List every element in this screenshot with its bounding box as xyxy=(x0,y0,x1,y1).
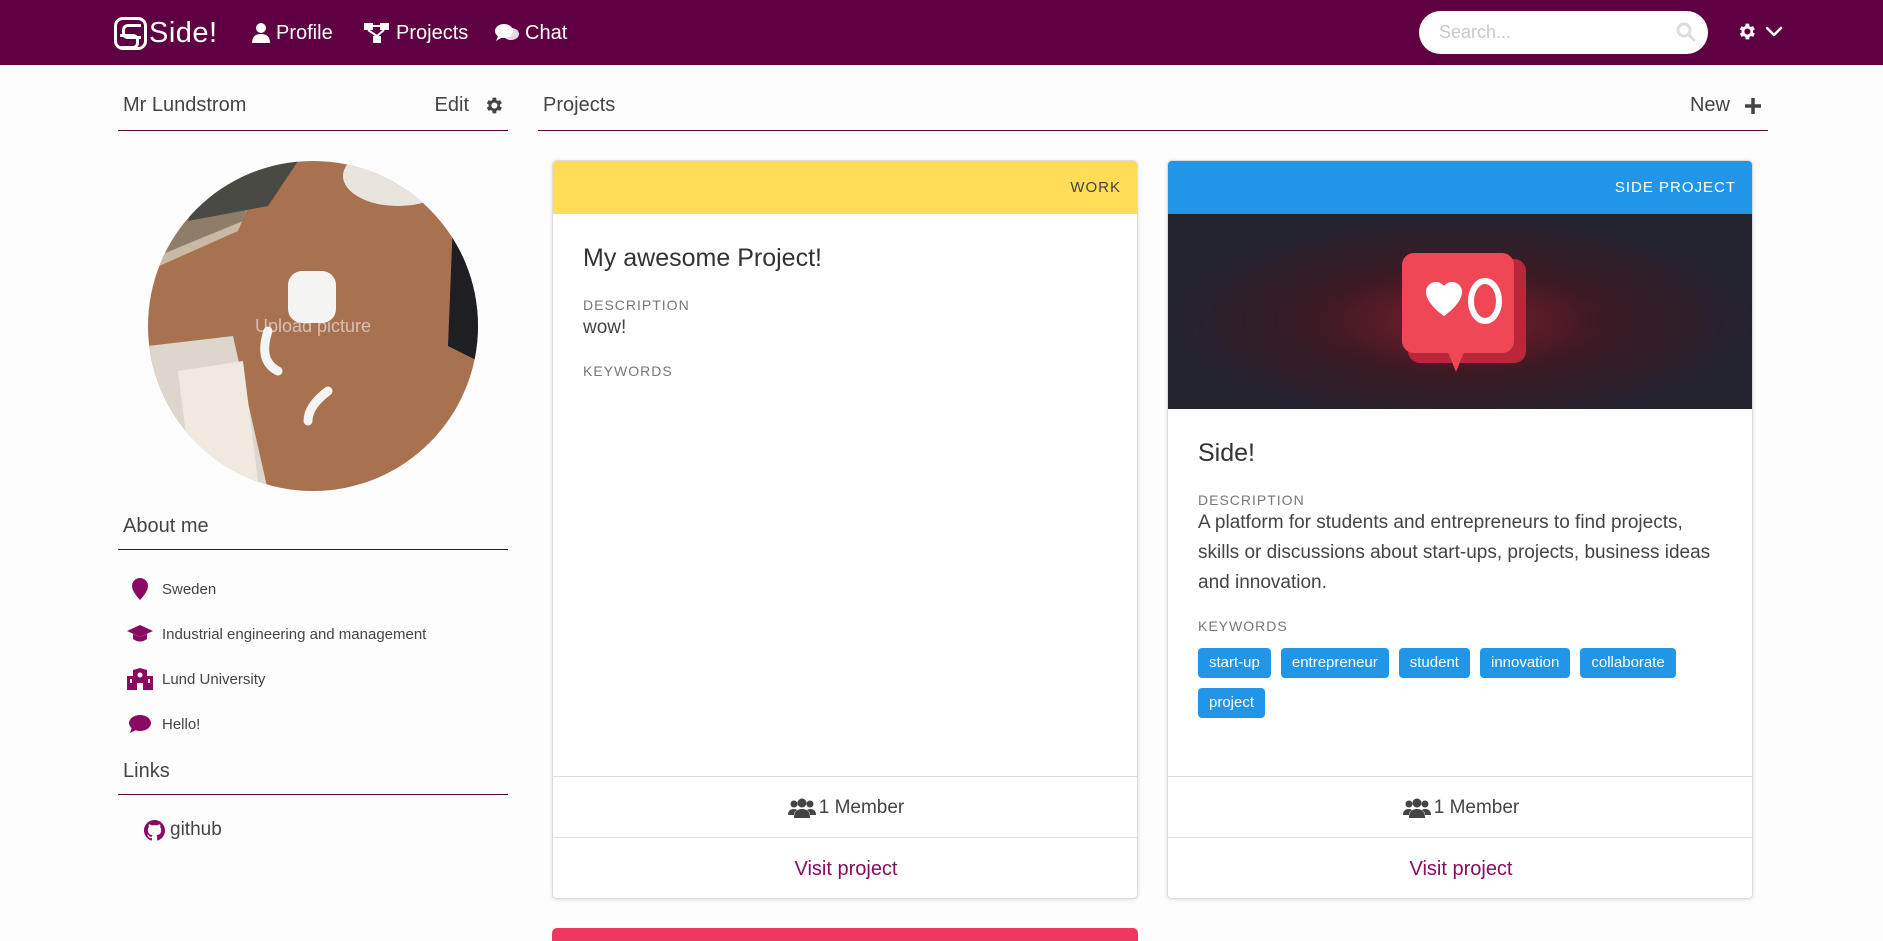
settings-dropdown[interactable] xyxy=(1736,21,1783,42)
about-education-text: Industrial engineering and management xyxy=(162,625,427,643)
keywords-label: KEYWORDS xyxy=(583,363,673,379)
keyword-tag[interactable]: entrepreneur xyxy=(1280,648,1389,678)
new-project-button[interactable]: New xyxy=(1690,94,1762,117)
github-icon xyxy=(144,819,165,840)
gear-icon xyxy=(1739,23,1755,40)
description-label: DESCRIPTION xyxy=(1198,492,1305,508)
project-card: SIDE PROJECT Side! DESCRIPTION A platfor… xyxy=(1167,160,1753,899)
about-bio-text: Hello! xyxy=(162,715,201,733)
map-marker-icon xyxy=(132,578,148,600)
about-location-text: Sweden xyxy=(162,580,217,598)
keywords-label: KEYWORDS xyxy=(1198,618,1288,634)
keyword-tag[interactable]: project xyxy=(1198,688,1266,718)
nav-projects-label: Projects xyxy=(396,21,469,44)
graduation-cap-icon xyxy=(127,625,153,642)
top-navbar: Side! Profile Projects Chat xyxy=(0,0,1883,65)
about-header: About me xyxy=(118,510,508,550)
project-title: Side! xyxy=(1198,439,1255,467)
link-github[interactable]: github xyxy=(144,819,222,841)
keyword-tag[interactable]: student xyxy=(1398,648,1470,678)
about-bio: Hello! xyxy=(126,711,200,737)
users-icon xyxy=(1402,798,1431,818)
nav-profile[interactable]: Profile xyxy=(252,20,333,46)
plus-icon xyxy=(1745,97,1761,114)
keyword-tag[interactable]: collaborate xyxy=(1580,648,1676,678)
keyword-tag[interactable]: start-up xyxy=(1198,648,1271,678)
nav-chat[interactable]: Chat xyxy=(495,20,567,46)
nav-chat-label: Chat xyxy=(525,21,568,44)
visit-project-label: Visit project xyxy=(794,857,898,880)
project-category-banner: SIDE PROJECT xyxy=(1168,161,1752,214)
edit-label: Edit xyxy=(434,94,469,116)
about-title: About me xyxy=(123,515,209,537)
edit-profile-button[interactable]: Edit xyxy=(435,94,504,117)
university-icon xyxy=(127,668,153,690)
search-input[interactable] xyxy=(1439,11,1669,54)
search-icon[interactable] xyxy=(1676,22,1696,42)
project-card-next[interactable] xyxy=(552,928,1138,941)
project-image xyxy=(1168,214,1752,409)
side-logo-icon xyxy=(114,16,147,50)
new-project-label: New xyxy=(1689,94,1730,116)
project-members: 1 Member xyxy=(553,776,1137,838)
link-github-label: github xyxy=(170,819,222,840)
projects-header: Projects New xyxy=(538,86,1768,131)
projects-title: Projects xyxy=(543,94,616,116)
about-location: Sweden xyxy=(126,576,216,602)
profile-name: Mr Lundstrom xyxy=(123,94,247,116)
project-description: wow! xyxy=(583,317,627,338)
project-category: SIDE PROJECT xyxy=(1614,179,1736,196)
links-header: Links xyxy=(118,757,508,795)
user-icon xyxy=(252,23,270,43)
search-box xyxy=(1419,11,1708,54)
visit-project-link[interactable]: Visit project xyxy=(553,837,1137,898)
description-label: DESCRIPTION xyxy=(583,297,690,313)
comments-icon xyxy=(495,24,519,41)
keyword-tag[interactable]: innovation xyxy=(1479,648,1571,678)
chevron-down-icon xyxy=(1765,26,1783,36)
brand-name: Side! xyxy=(149,16,218,49)
project-card: WORK My awesome Project! DESCRIPTION wow… xyxy=(552,160,1138,899)
project-description: A platform for students and entrepreneur… xyxy=(1198,512,1711,593)
gear-icon xyxy=(486,97,502,114)
sitemap-icon xyxy=(364,23,389,43)
about-education: Industrial engineering and management xyxy=(126,621,426,647)
visit-project-link[interactable]: Visit project xyxy=(1168,837,1752,898)
upload-picture-label: Upload picture xyxy=(254,316,372,336)
visit-project-label: Visit project xyxy=(1409,857,1513,880)
project-category-banner: WORK xyxy=(553,161,1137,214)
comment-icon xyxy=(129,715,151,733)
links-title: Links xyxy=(123,760,170,782)
about-university: Lund University xyxy=(126,666,265,692)
nav-profile-label: Profile xyxy=(276,21,333,44)
project-category: WORK xyxy=(1070,179,1121,196)
nav-projects[interactable]: Projects xyxy=(364,20,468,46)
project-members: 1 Member xyxy=(1168,776,1752,838)
profile-header: Mr Lundstrom Edit xyxy=(118,86,508,131)
project-title: My awesome Project! xyxy=(583,244,822,272)
members-count: 1 Member xyxy=(818,796,905,818)
members-count: 1 Member xyxy=(1433,796,1520,818)
keyword-tags: start-up entrepreneur student innovation… xyxy=(1198,648,1718,718)
about-university-text: Lund University xyxy=(162,670,266,688)
avatar-upload[interactable]: Upload picture xyxy=(148,161,478,491)
users-icon xyxy=(787,798,816,818)
brand-logo[interactable]: Side! xyxy=(114,16,218,50)
